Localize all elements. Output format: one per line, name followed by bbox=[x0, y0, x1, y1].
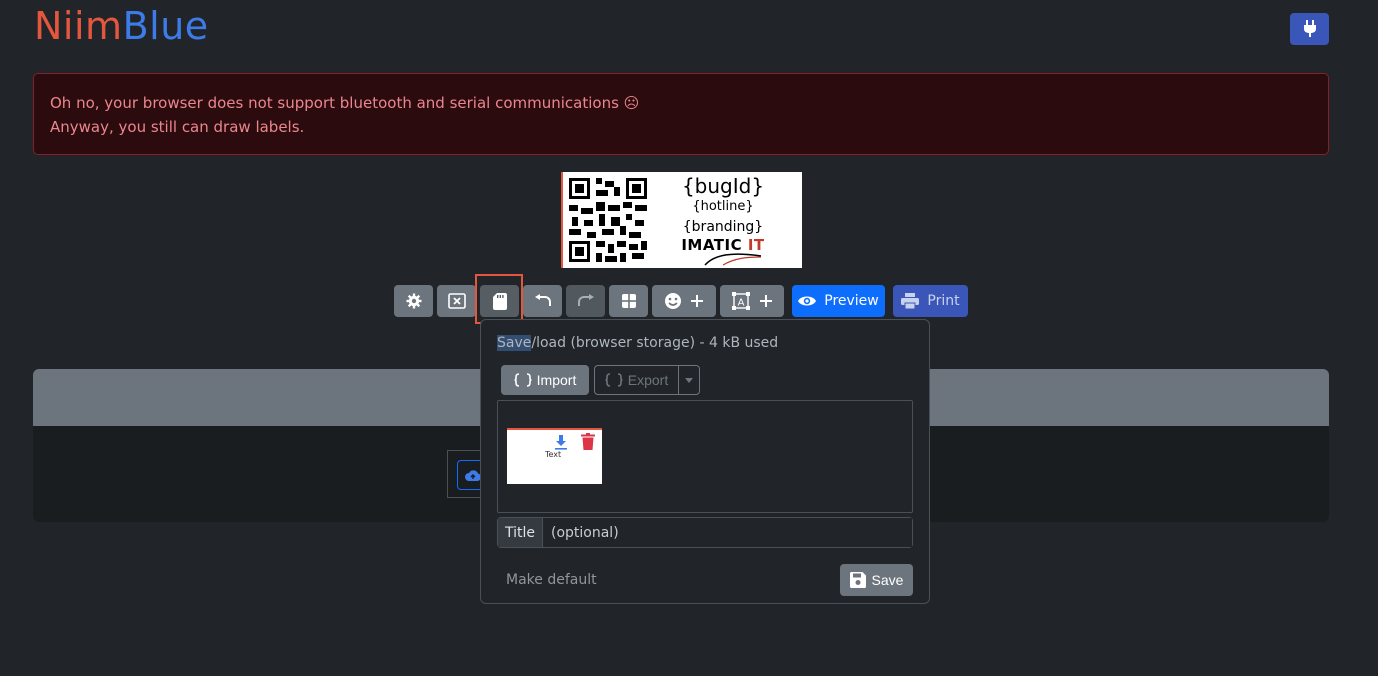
browser-unsupported-alert: Oh no, your browser does not support blu… bbox=[33, 73, 1329, 155]
braces-icon bbox=[514, 373, 532, 387]
clear-button[interactable] bbox=[437, 285, 476, 317]
preview-button[interactable]: Preview bbox=[792, 285, 885, 317]
download-icon[interactable] bbox=[553, 434, 569, 450]
print-label: Print bbox=[927, 293, 960, 309]
printer-icon bbox=[901, 293, 920, 309]
popover-title: Save/load (browser storage) - 4 kB used bbox=[497, 335, 778, 351]
caret-down-icon bbox=[685, 377, 693, 383]
save-load-popover: Save/load (browser storage) - 4 kB used … bbox=[480, 319, 930, 604]
label-branding: {branding} bbox=[682, 219, 764, 235]
import-label: Import bbox=[536, 372, 577, 388]
svg-text:A: A bbox=[738, 298, 745, 309]
label-hotline: {hotline} bbox=[692, 199, 754, 214]
plus-icon bbox=[691, 295, 703, 307]
trash-icon[interactable] bbox=[580, 433, 596, 451]
label-bug-id: {bugId} bbox=[681, 174, 765, 198]
print-button[interactable]: Print bbox=[893, 285, 968, 317]
qr-code bbox=[569, 178, 647, 262]
connect-button[interactable] bbox=[1290, 13, 1329, 45]
title-input-group: Title bbox=[497, 517, 913, 548]
add-object-button[interactable]: A bbox=[720, 285, 784, 317]
smiley-icon bbox=[665, 293, 681, 309]
export-dropdown-toggle[interactable] bbox=[678, 365, 700, 395]
preview-label: Preview bbox=[824, 293, 879, 309]
text-box-icon: A bbox=[732, 292, 750, 310]
brand-part-1: Niim bbox=[34, 4, 123, 48]
plus-icon bbox=[760, 295, 772, 307]
logo-swoosh bbox=[704, 253, 762, 266]
export-button[interactable]: Export bbox=[594, 365, 679, 395]
editor-toolbar: A Preview Print bbox=[0, 285, 1378, 317]
active-button-highlight bbox=[475, 274, 523, 324]
plug-icon bbox=[1303, 20, 1316, 37]
import-button[interactable]: Import bbox=[501, 365, 589, 395]
gear-icon bbox=[406, 293, 421, 309]
alert-line-2: Anyway, you still can draw labels. bbox=[50, 118, 305, 136]
save-button[interactable]: Save bbox=[840, 564, 913, 596]
save-label: Save bbox=[871, 572, 904, 588]
label-canvas[interactable]: {bugId} {hotline} {branding} IMATIC IT bbox=[561, 172, 802, 268]
templates-button[interactable] bbox=[609, 285, 648, 317]
undo-button[interactable] bbox=[523, 285, 562, 317]
app-logo: NiimBlue bbox=[34, 4, 209, 48]
cloud-upload-icon bbox=[465, 470, 481, 481]
settings-button[interactable] bbox=[394, 285, 433, 317]
brand-part-2: Blue bbox=[122, 4, 209, 48]
x-square-icon bbox=[447, 293, 466, 309]
export-label: Export bbox=[627, 372, 669, 388]
saved-label-thumbnail[interactable]: Text bbox=[507, 428, 602, 484]
add-emoji-button[interactable] bbox=[652, 285, 716, 317]
eye-icon bbox=[798, 296, 817, 306]
braces-icon bbox=[605, 373, 623, 387]
popover-title-selected: Save bbox=[497, 335, 532, 351]
floppy-disk-icon bbox=[849, 572, 866, 588]
popover-title-rest: /load (browser storage) - 4 kB used bbox=[531, 335, 779, 351]
make-default-link[interactable]: Make default bbox=[506, 572, 597, 588]
title-input[interactable] bbox=[543, 518, 912, 547]
thumbnail-text: Text bbox=[545, 450, 562, 459]
title-label: Title bbox=[498, 518, 543, 547]
saved-labels-list: Text bbox=[497, 400, 913, 513]
redo-button[interactable] bbox=[566, 285, 605, 317]
redo-icon bbox=[577, 294, 594, 306]
undo-icon bbox=[534, 294, 551, 306]
alert-line-1: Oh no, your browser does not support blu… bbox=[50, 94, 640, 112]
grid-icon bbox=[621, 294, 636, 308]
